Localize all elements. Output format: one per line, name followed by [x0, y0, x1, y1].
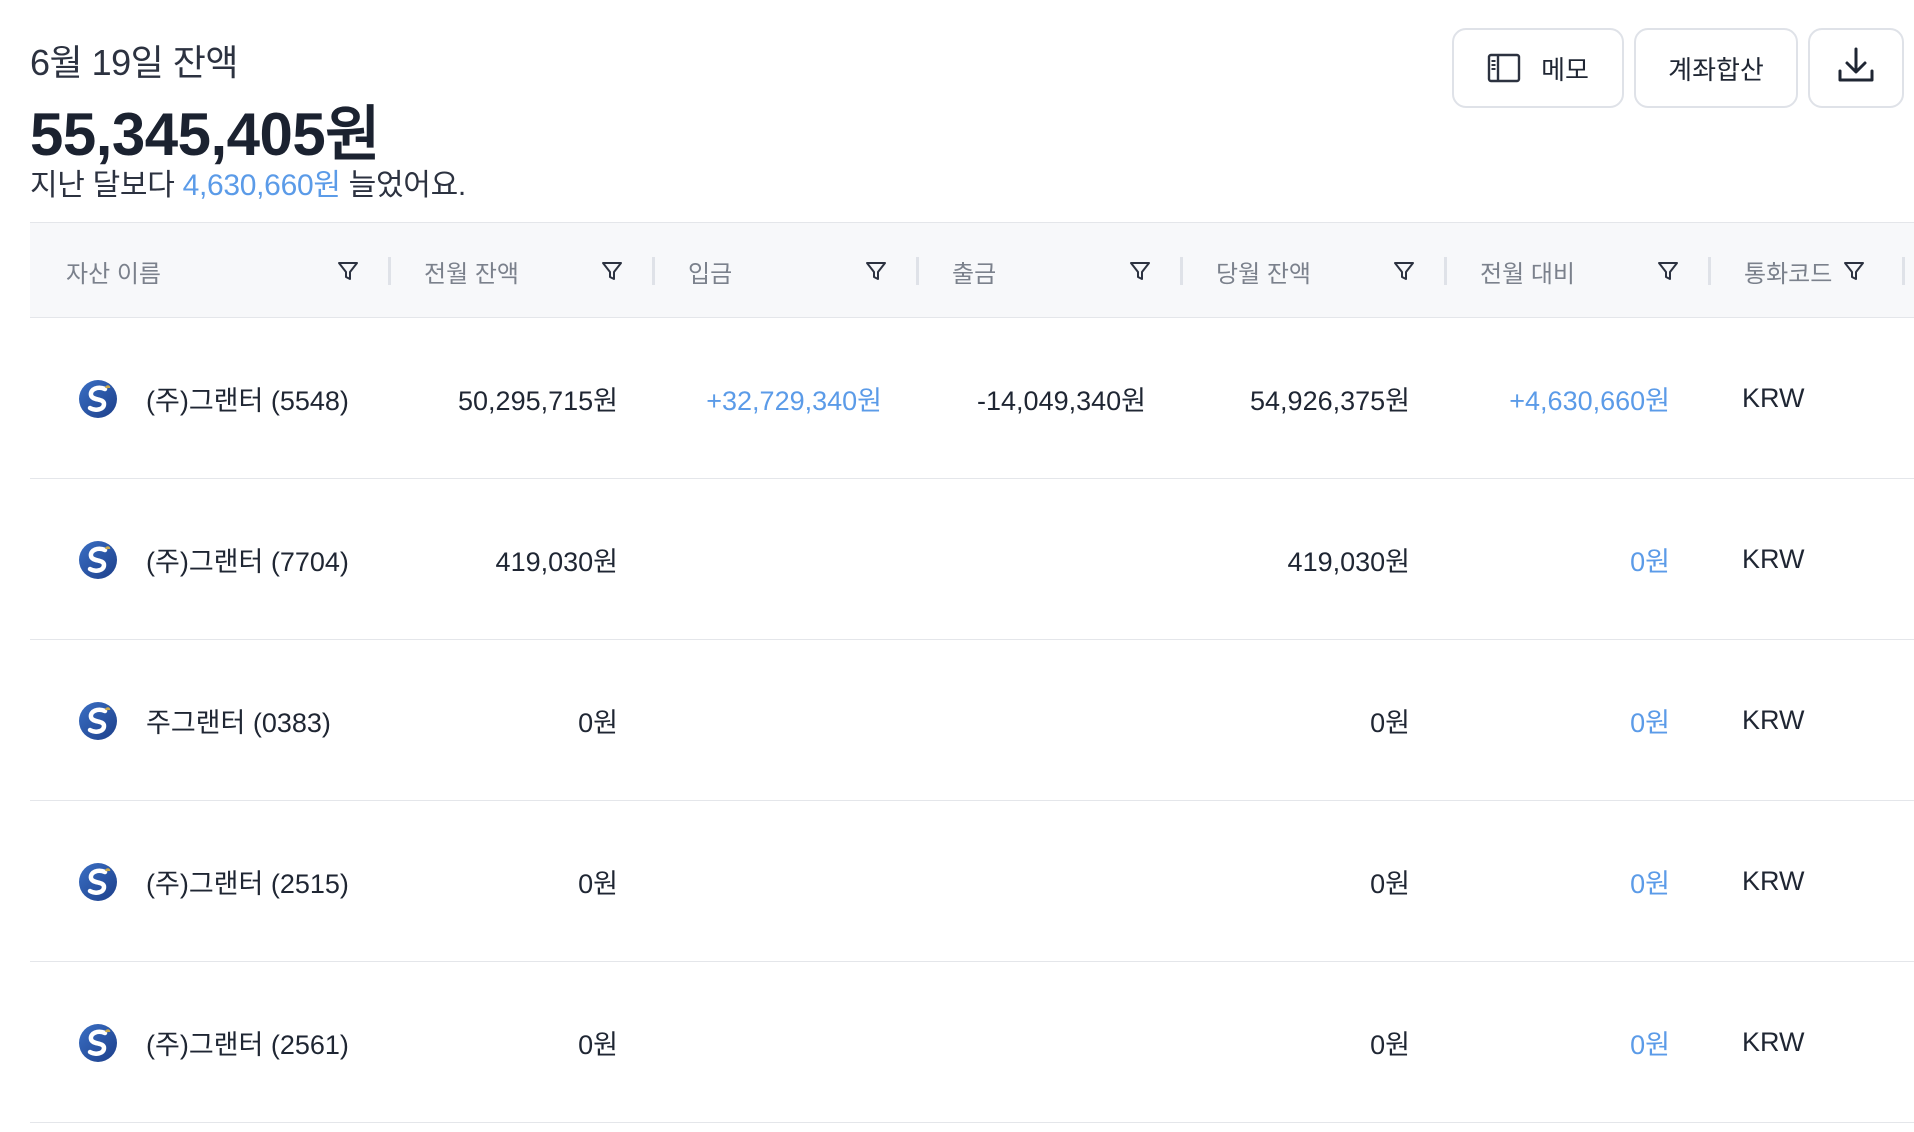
column-header-deposit[interactable]: 입금: [688, 223, 888, 319]
table-header: 자산 이름 전월 잔액 입금 출금 당월 잔액 전월 대비 통화코드: [30, 222, 1914, 318]
column-header-label: 자산 이름: [66, 260, 161, 288]
column-header-withdrawal[interactable]: 출금: [952, 223, 1152, 319]
column-header-label: 전월 대비: [1480, 260, 1575, 288]
account-sum-button[interactable]: 계좌합산: [1634, 28, 1798, 108]
cell-prev-balance: 419,030원: [495, 546, 618, 577]
memo-button-label: 메모: [1541, 54, 1589, 85]
cell-name: (주)그랜터 (7704): [146, 546, 349, 577]
balance-date-label: 6월 19일 잔액: [30, 42, 239, 83]
filter-icon[interactable]: [336, 259, 360, 283]
table-row[interactable]: 주그랜터 (0383) 0원 0원 0원 KRW: [30, 640, 1914, 801]
filter-icon[interactable]: [1842, 259, 1866, 283]
filter-icon[interactable]: [1128, 259, 1152, 283]
column-resize-handle[interactable]: [1180, 257, 1183, 285]
table-row[interactable]: (주)그랜터 (2515) 0원 0원 0원 KRW: [30, 801, 1914, 962]
column-header-prev-balance[interactable]: 전월 잔액: [424, 223, 624, 319]
column-header-label: 전월 잔액: [424, 260, 519, 288]
cell-curr-balance: 54,926,375원: [1250, 385, 1410, 416]
column-header-currency[interactable]: 통화코드: [1744, 223, 1866, 319]
cell-prev-balance: 0원: [578, 868, 618, 899]
filter-icon[interactable]: [1656, 259, 1680, 283]
change-amount: 4,630,660원: [182, 169, 341, 202]
cell-curr-balance: 0원: [1370, 1029, 1410, 1060]
cell-curr-balance: 0원: [1370, 868, 1410, 899]
table-row[interactable]: (주)그랜터 (2561) 0원 0원 0원 KRW: [30, 962, 1914, 1123]
download-button[interactable]: [1808, 28, 1904, 108]
column-header-label: 출금: [952, 260, 997, 288]
cell-deposit: [630, 962, 882, 1122]
change-suffix: 늘었어요.: [340, 169, 467, 202]
account-table: 자산 이름 전월 잔액 입금 출금 당월 잔액 전월 대비 통화코드 (주)그랜터 (554…: [30, 222, 1914, 1123]
cell-name: (주)그랜터 (2515): [146, 868, 349, 899]
filter-icon[interactable]: [600, 259, 624, 283]
cell-prev-balance: 0원: [578, 707, 618, 738]
cell-name: 주그랜터 (0383): [146, 707, 331, 738]
table-row[interactable]: (주)그랜터 (7704) 419,030원 419,030원 0원 KRW: [30, 479, 1914, 640]
cell-vs-prev: 0원: [1630, 546, 1670, 577]
column-header-label: 당월 잔액: [1216, 260, 1311, 288]
bank-logo-icon: [78, 701, 118, 741]
cell-deposit: [630, 479, 882, 639]
bank-logo-icon: [78, 540, 118, 580]
change-prefix: 지난 달보다: [30, 169, 183, 202]
cell-name: (주)그랜터 (5548): [146, 385, 349, 416]
column-header-curr-balance[interactable]: 당월 잔액: [1216, 223, 1416, 319]
cell-curr-balance: 419,030원: [1287, 546, 1410, 577]
column-resize-handle[interactable]: [1708, 257, 1711, 285]
column-header-label: 통화코드: [1744, 260, 1833, 288]
cell-prev-balance: 50,295,715원: [458, 385, 618, 416]
cell-deposit: [630, 801, 882, 961]
filter-icon[interactable]: [1392, 259, 1416, 283]
column-header-label: 입금: [688, 260, 733, 288]
cell-deposit: +32,729,340원: [706, 385, 882, 416]
cell-curr-balance: 0원: [1370, 707, 1410, 738]
cell-currency: KRW: [1742, 543, 1805, 574]
bank-logo-icon: [78, 379, 118, 419]
sidebar-panel-icon: [1487, 53, 1521, 83]
cell-name: (주)그랜터 (2561): [146, 1029, 349, 1060]
cell-currency: KRW: [1742, 1026, 1805, 1057]
cell-vs-prev: 0원: [1630, 707, 1670, 738]
cell-withdrawal: -14,049,340원: [977, 385, 1146, 416]
table-body: (주)그랜터 (5548) 50,295,715원 +32,729,340원 -14,…: [30, 318, 1914, 1123]
account-sum-label: 계좌합산: [1668, 54, 1764, 85]
bank-logo-icon: [78, 862, 118, 902]
column-header-name[interactable]: 자산 이름: [66, 223, 360, 319]
cell-currency: KRW: [1742, 382, 1805, 413]
cell-deposit: [630, 640, 882, 800]
cell-currency: KRW: [1742, 704, 1805, 735]
column-resize-handle[interactable]: [388, 257, 391, 285]
cell-withdrawal: [910, 962, 1146, 1122]
cell-withdrawal: [910, 640, 1146, 800]
cell-withdrawal: [910, 801, 1146, 961]
cell-withdrawal: [910, 479, 1146, 639]
cell-vs-prev: +4,630,660원: [1509, 385, 1670, 416]
download-icon: [1835, 44, 1877, 93]
cell-vs-prev: 0원: [1630, 1029, 1670, 1060]
balance-change-text: 지난 달보다 4,630,660원 늘었어요.: [30, 160, 466, 204]
bank-logo-icon: [78, 1023, 118, 1063]
cell-prev-balance: 0원: [578, 1029, 618, 1060]
column-resize-handle[interactable]: [1444, 257, 1447, 285]
balance-page: 6월 19일 잔액 55,345,405원 지난 달보다 4,630,660원 …: [0, 0, 1914, 1132]
cell-vs-prev: 0원: [1630, 868, 1670, 899]
column-header-vs-prev[interactable]: 전월 대비: [1480, 223, 1680, 319]
column-resize-handle[interactable]: [916, 257, 919, 285]
column-resize-handle[interactable]: [652, 257, 655, 285]
cell-currency: KRW: [1742, 865, 1805, 896]
memo-button[interactable]: 메모: [1452, 28, 1624, 108]
filter-icon[interactable]: [864, 259, 888, 283]
table-row[interactable]: (주)그랜터 (5548) 50,295,715원 +32,729,340원 -14,…: [30, 318, 1914, 479]
column-resize-handle[interactable]: [1902, 257, 1905, 285]
